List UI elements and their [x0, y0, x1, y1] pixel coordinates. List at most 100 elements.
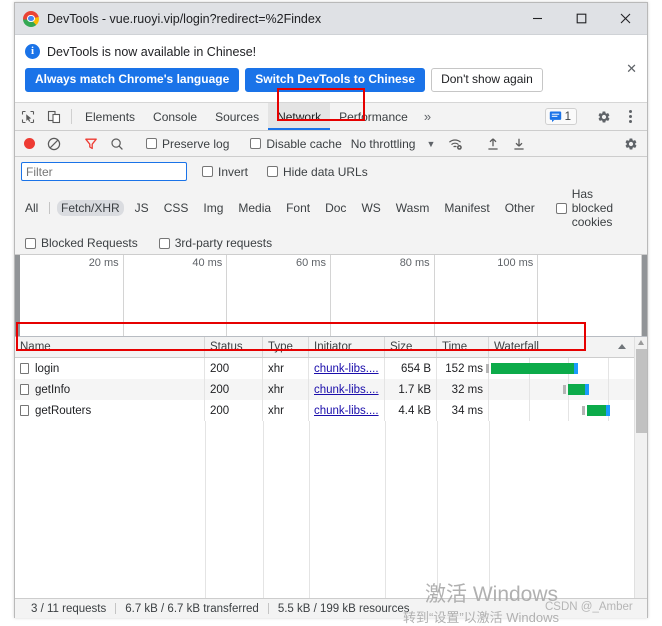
filter-type-other[interactable]: Other — [501, 200, 539, 216]
disable-cache-checkbox[interactable]: Disable cache — [246, 137, 345, 151]
banner-close-icon[interactable]: ✕ — [626, 61, 637, 77]
cell-type: xhr — [263, 379, 309, 401]
tab-elements[interactable]: Elements — [76, 103, 144, 130]
filter-type-manifest[interactable]: Manifest — [440, 200, 493, 216]
vertical-scrollbar[interactable] — [634, 337, 647, 598]
overview-tick-label: 60 ms — [296, 257, 326, 270]
cell-status: 200 — [205, 358, 263, 380]
cell-type: xhr — [263, 400, 309, 422]
cell-initiator: chunk-libs.... — [309, 400, 385, 422]
filter-type-js[interactable]: JS — [131, 200, 153, 216]
sort-ascending-icon[interactable] — [618, 344, 626, 350]
column-header-waterfall[interactable]: Waterfall — [489, 337, 647, 358]
table-row[interactable]: getRouters 200 xhr chunk-libs.... 4.4 kB 34 m… — [15, 400, 647, 422]
hide-data-urls-label: Hide data URLs — [283, 164, 368, 179]
search-input[interactable] — [21, 162, 187, 182]
hide-data-urls-box[interactable] — [267, 166, 279, 178]
cell-status: 200 — [205, 379, 263, 401]
waterfall-bar[interactable] — [485, 363, 579, 375]
tab-console[interactable]: Console — [144, 103, 206, 130]
blocked-requests-box[interactable] — [25, 237, 36, 249]
column-header-size[interactable]: Size — [385, 337, 437, 358]
filter-funnel-icon[interactable] — [79, 137, 103, 151]
hide-data-urls-checkbox[interactable]: Hide data URLs — [263, 165, 372, 179]
overview-tick-label: 40 ms — [192, 257, 223, 270]
cell-size: 1.7 kB — [385, 379, 437, 401]
column-header-type[interactable]: Type — [263, 337, 309, 358]
tab-network[interactable]: Network — [268, 103, 331, 131]
network-settings-gear-icon[interactable] — [619, 137, 643, 151]
filter-type-all[interactable]: All — [21, 200, 42, 216]
filter-type-fetch-xhr[interactable]: Fetch/XHR — [56, 200, 124, 217]
scrollbar-up-arrow[interactable] — [638, 340, 644, 346]
invert-box[interactable] — [202, 166, 213, 178]
filter-type-media[interactable]: Media — [234, 200, 275, 216]
export-har-icon[interactable] — [507, 137, 531, 151]
cell-time: 152 ms — [437, 358, 489, 380]
waterfall-bar[interactable] — [581, 405, 610, 417]
has-blocked-cookies-checkbox[interactable]: Has blocked cookies — [552, 187, 641, 229]
cell-waterfall — [489, 379, 647, 401]
preserve-log-checkbox[interactable]: Preserve log — [142, 137, 233, 151]
tab-performance[interactable]: Performance — [330, 103, 417, 130]
waterfall-queueing-segment — [581, 406, 585, 416]
disable-cache-box[interactable] — [250, 138, 262, 150]
window-controls — [515, 3, 647, 34]
column-divider — [437, 421, 438, 598]
column-header-status[interactable]: Status — [205, 337, 263, 358]
column-header-initiator[interactable]: Initiator — [309, 337, 385, 358]
has-blocked-cookies-box[interactable] — [555, 202, 567, 214]
clear-icon[interactable] — [42, 137, 66, 151]
devtools-tab-strip: Elements Console Sources Network Perform… — [15, 103, 647, 132]
import-har-icon[interactable] — [481, 137, 505, 151]
filter-type-img[interactable]: Img — [199, 200, 227, 216]
waterfall-bar[interactable] — [563, 384, 590, 396]
scrollbar-thumb[interactable] — [636, 349, 647, 434]
tab-sources[interactable]: Sources — [206, 103, 268, 130]
throttling-select[interactable]: No throttling — [348, 137, 419, 151]
device-toolbar-icon[interactable] — [41, 103, 67, 130]
request-name: getInfo — [35, 383, 71, 396]
dont-show-again-button[interactable]: Don't show again — [431, 68, 543, 93]
filter-type-font[interactable]: Font — [282, 200, 314, 216]
gear-icon[interactable] — [591, 110, 617, 124]
search-icon[interactable] — [105, 137, 129, 151]
filter-type-wasm[interactable]: Wasm — [392, 200, 434, 216]
message-count-chip[interactable]: 1 — [544, 108, 577, 126]
third-party-requests-box[interactable] — [158, 237, 170, 249]
chevron-down-icon[interactable]: ▼ — [420, 139, 441, 149]
more-tabs-icon[interactable]: » — [417, 103, 438, 130]
network-overview-timeline[interactable]: 20 ms 40 ms 60 ms 80 ms 100 ms — [15, 255, 647, 338]
filter-type-ws[interactable]: WS — [357, 200, 384, 216]
waterfall-gridline — [607, 358, 609, 380]
maximize-button[interactable] — [559, 3, 603, 34]
kebab-menu-icon[interactable] — [617, 110, 643, 124]
always-match-language-button[interactable]: Always match Chrome's language — [25, 68, 240, 93]
invert-checkbox[interactable]: Invert — [198, 165, 252, 179]
filter-type-doc[interactable]: Doc — [321, 200, 350, 216]
initiator-link[interactable]: chunk-libs.... — [314, 363, 379, 375]
has-blocked-cookies-label: Has blocked cookies — [571, 187, 614, 230]
overview-right-handle[interactable] — [642, 255, 647, 337]
wifi-settings-icon[interactable] — [443, 137, 468, 151]
invert-label: Invert — [218, 164, 249, 179]
column-header-time[interactable]: Time — [437, 337, 489, 358]
preserve-log-box[interactable] — [146, 138, 157, 150]
table-row[interactable]: login 200 xhr chunk-libs.... 654 B 152 ms — [15, 358, 647, 380]
record-button-icon[interactable] — [19, 138, 40, 150]
column-divider — [385, 421, 386, 598]
column-header-name[interactable]: Name — [15, 337, 205, 358]
table-row[interactable]: getInfo 200 xhr chunk-libs.... 1.7 kB 32 ms — [15, 379, 647, 401]
third-party-requests-checkbox[interactable]: 3rd-party requests — [155, 236, 276, 250]
initiator-link[interactable]: chunk-libs.... — [314, 384, 379, 396]
switch-to-chinese-button[interactable]: Switch DevTools to Chinese — [245, 68, 426, 93]
minimize-button[interactable] — [515, 3, 559, 34]
close-button[interactable] — [603, 3, 647, 34]
filter-type-css[interactable]: CSS — [160, 200, 193, 216]
initiator-link[interactable]: chunk-libs.... — [314, 405, 379, 417]
overview-tick-label: 80 ms — [399, 257, 430, 270]
blocked-requests-checkbox[interactable]: Blocked Requests — [21, 236, 142, 250]
status-bar: 3 / 11 requests 6.7 kB / 6.7 kB transfer… — [15, 598, 647, 618]
column-divider — [263, 421, 264, 598]
inspect-element-icon[interactable] — [15, 103, 41, 130]
